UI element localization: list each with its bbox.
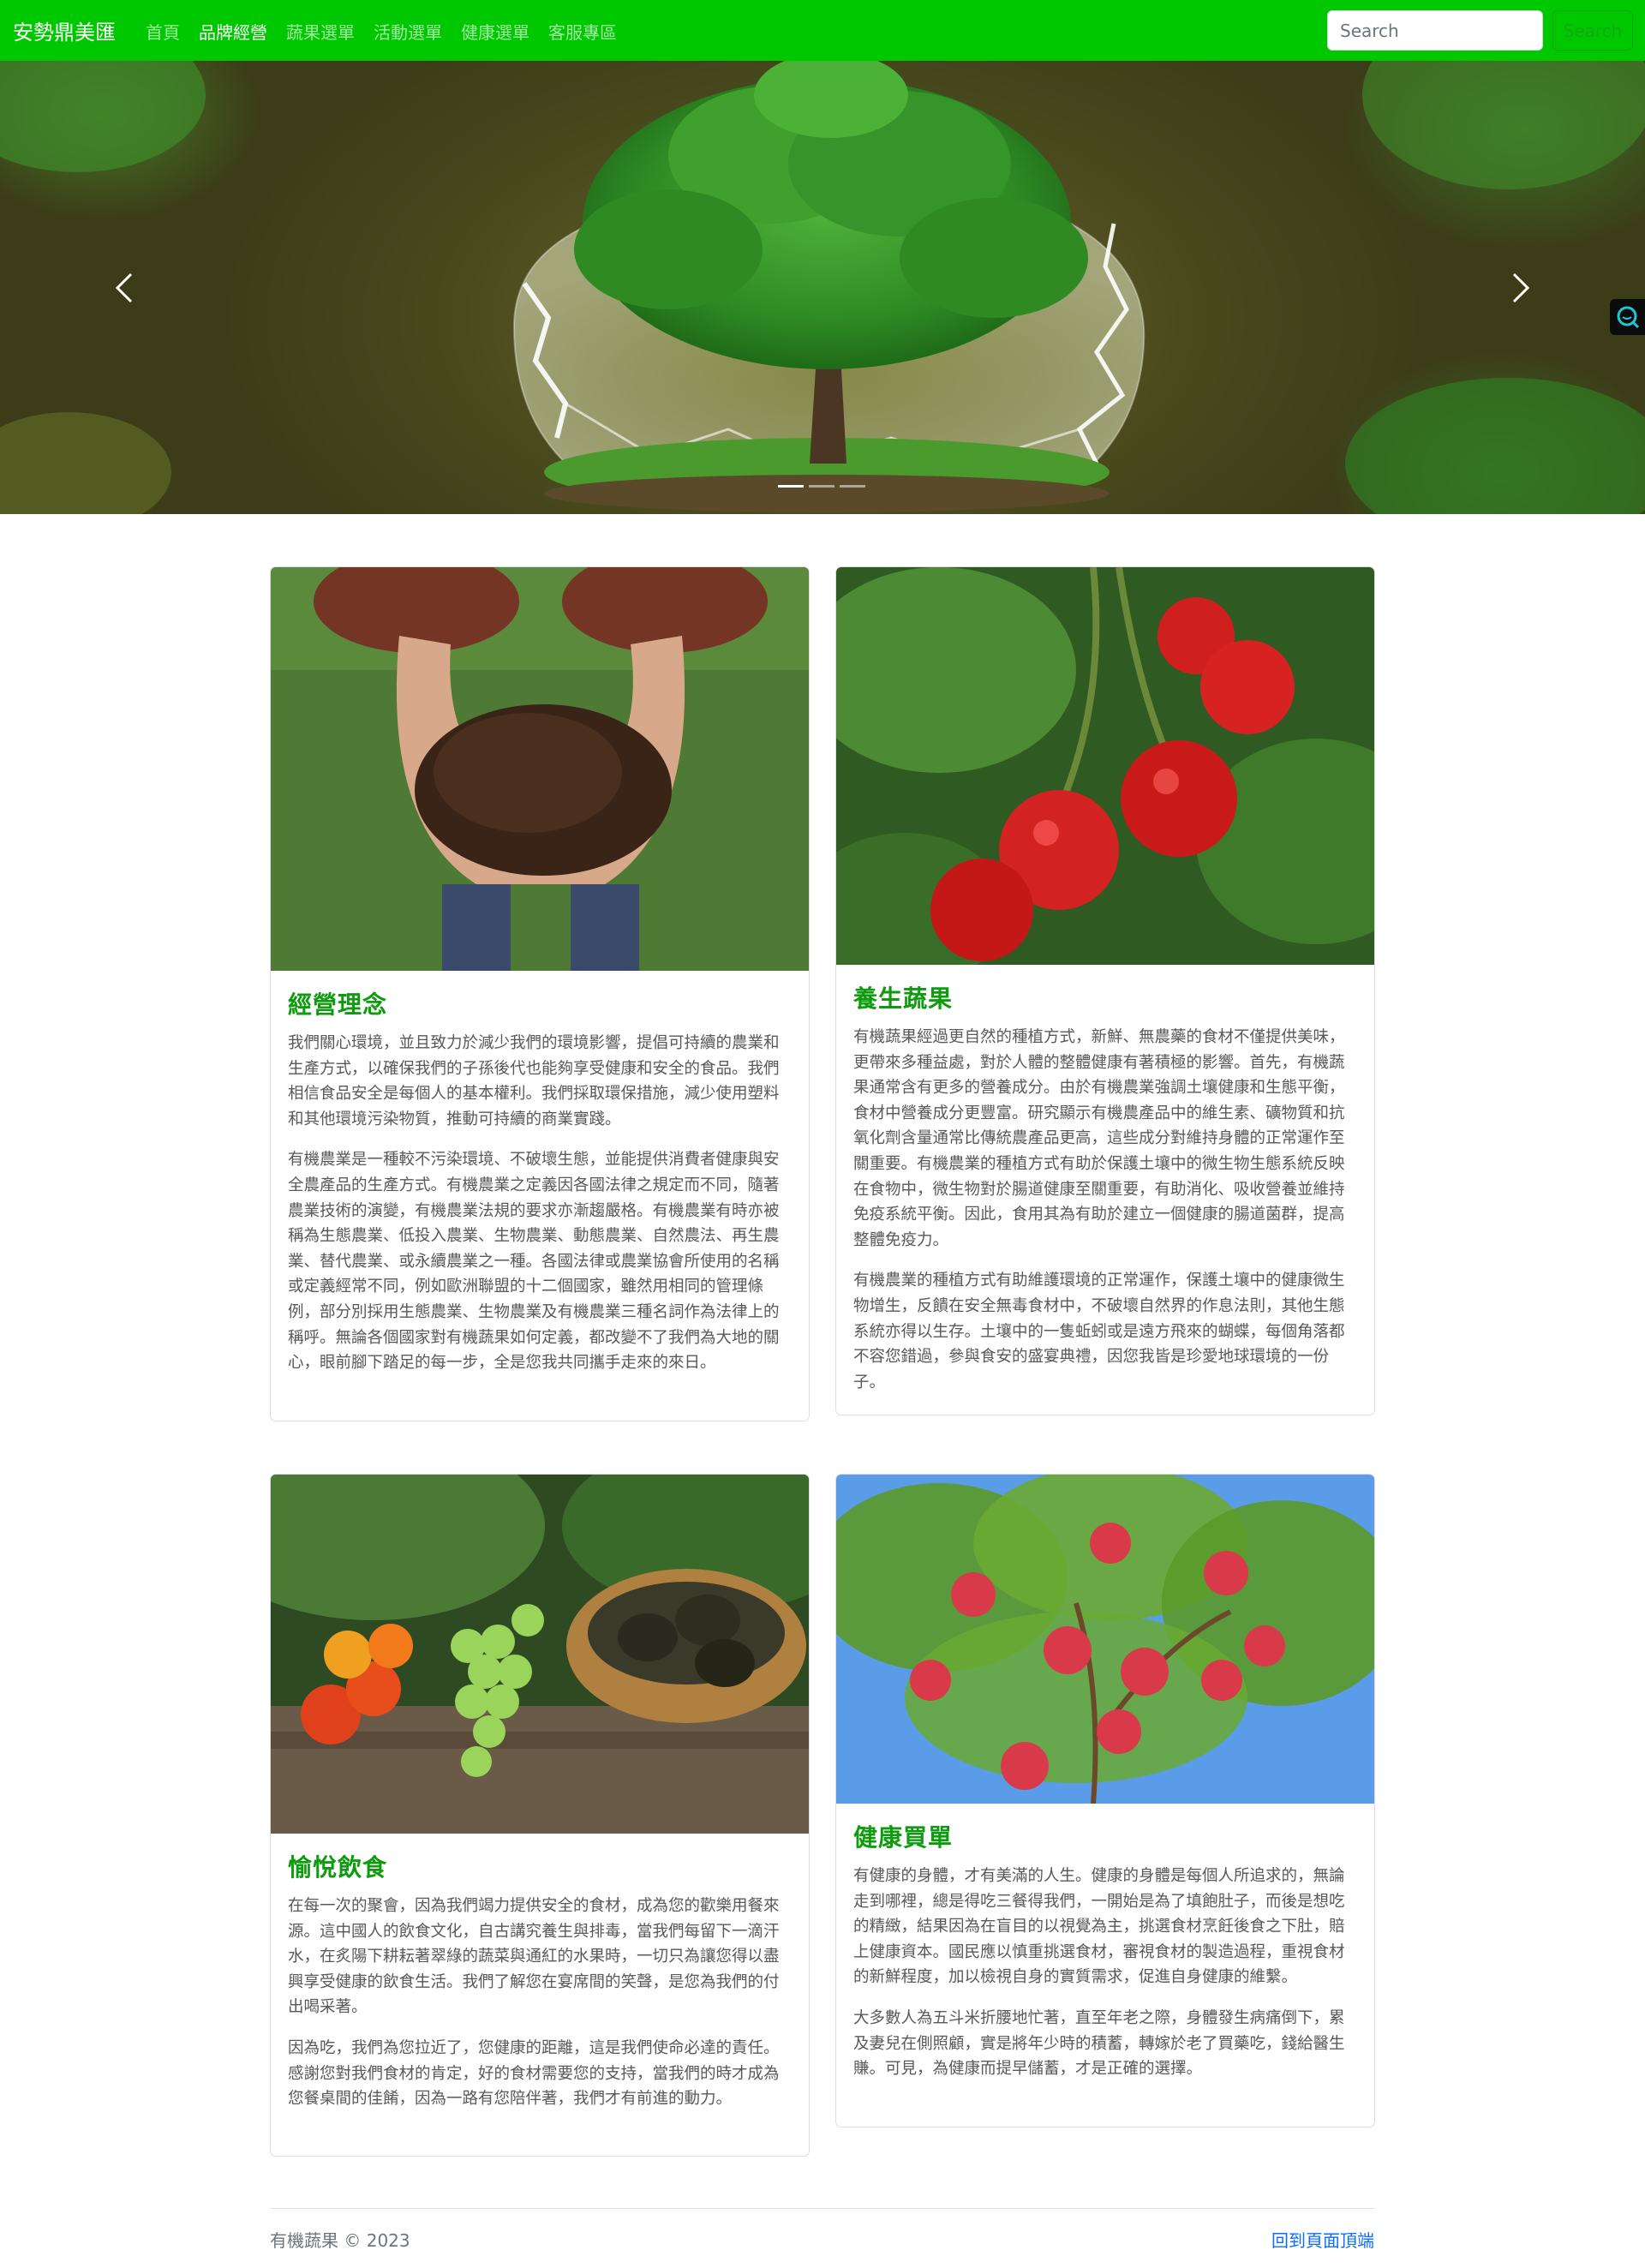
card-paragraph: 有機農業的種植方式有助維護環境的正常運作，保護土壤中的健康微生物增生，反饋在安全…: [853, 1272, 1345, 1391]
card-body: 養生蔬果 有機蔬果經過更自然的種植方式，新鮮、無農藥的食材不僅提供美味，更帶來多…: [836, 980, 1374, 1415]
card-paragraph: 我們關心環境，並且致力於減少我們的環境影響，提倡可持續的農業和生產方式，以確保我…: [288, 1034, 780, 1128]
copyright-text: 有機蔬果 © 2023: [270, 2230, 410, 2251]
nav-link-produce[interactable]: 蔬果選單: [286, 19, 355, 44]
card-title: 經營理念: [288, 990, 388, 1019]
carousel-prev-button[interactable]: [0, 61, 248, 514]
card-joyful-dining: 愉悅飲食 在每一次的聚會，因為我們竭力提供安全的食材，成為您的歡樂用餐來源。這中…: [270, 1474, 810, 2157]
card-paragraph: 在每一次的聚會，因為我們竭力提供安全的食材，成為您的歡樂用餐來源。這中國人的飲食…: [288, 1897, 780, 2017]
brand-logo[interactable]: 安勢鼎美匯: [13, 15, 116, 45]
card-image-fruit-basket: [271, 1475, 809, 1834]
chevron-left-icon: [115, 272, 133, 302]
card-title: 愉悅飲食: [288, 1853, 388, 1882]
carousel-indicator-3[interactable]: [840, 485, 865, 488]
card-healthy-produce: 養生蔬果 有機蔬果經過更自然的種植方式，新鮮、無農藥的食材不僅提供美味，更帶來多…: [835, 566, 1375, 1415]
card-body: 健康買單 有健康的身體，才有美滿的人生。健康的身體是每個人所追求的，無論走到哪裡…: [836, 1819, 1374, 2115]
chat-widget-button[interactable]: [1610, 299, 1645, 335]
card-body: 愉悅飲食 在每一次的聚會，因為我們竭力提供安全的食材，成為您的歡樂用餐來源。這中…: [271, 1849, 809, 2145]
card-title: 養生蔬果: [853, 984, 954, 1013]
footer-divider: [270, 2208, 1375, 2209]
card-paragraph: 有機農業是一種較不污染環境、不破壞生態，並能提供消費者健康與安全農產品的生產方式…: [288, 1151, 780, 1373]
search-button[interactable]: Search: [1552, 10, 1633, 51]
nav-link-health[interactable]: 健康選單: [461, 19, 529, 44]
card-image-tomatoes: [836, 567, 1374, 965]
carousel-indicators: [778, 485, 865, 488]
nav-link-home[interactable]: 首頁: [146, 19, 180, 44]
card-body: 經營理念 我們關心環境，並且致力於減少我們的環境影響，提倡可持續的農業和生產方式…: [271, 986, 809, 1409]
back-to-top-link[interactable]: 回到頁面頂端: [1271, 2227, 1374, 2252]
hero-carousel: [0, 61, 1645, 514]
card-paragraph: 有健康的身體，才有美滿的人生。健康的身體是每個人所追求的，無論走到哪裡，總是得吃…: [853, 1867, 1345, 1987]
card-business-philosophy: 經營理念 我們關心環境，並且致力於減少我們的環境影響，提倡可持續的農業和生產方式…: [270, 566, 810, 1421]
carousel-indicator-2[interactable]: [809, 485, 834, 488]
card-image-soil-hands: [271, 567, 809, 971]
carousel-next-button[interactable]: [1397, 61, 1645, 514]
nav-links: 首頁 品牌經營 蔬果選單 活動選單 健康選單 客服專區: [146, 19, 636, 44]
nav-link-service[interactable]: 客服專區: [548, 19, 617, 44]
nav-link-events[interactable]: 活動選單: [374, 19, 442, 44]
chat-search-icon: [1617, 306, 1639, 329]
card-image-apple-tree: [836, 1475, 1374, 1804]
carousel-indicator-1[interactable]: [778, 485, 804, 488]
chevron-right-icon: [1512, 272, 1530, 302]
navbar: 安勢鼎美匯 首頁 品牌經營 蔬果選單 活動選單 健康選單 客服專區 Search: [0, 0, 1645, 61]
card-paragraph: 因為吃，我們為您拉近了，您健康的距離，這是我們使命必達的責任。感謝您對我們食材的…: [288, 2038, 780, 2109]
card-health-investment: 健康買單 有健康的身體，才有美滿的人生。健康的身體是每個人所追求的，無論走到哪裡…: [835, 1474, 1375, 2127]
search-input[interactable]: [1327, 10, 1543, 51]
card-title: 健康買單: [853, 1823, 954, 1852]
nav-link-brand[interactable]: 品牌經營: [199, 19, 267, 44]
card-paragraph: 有機蔬果經過更自然的種植方式，新鮮、無農藥的食材不僅提供美味，更帶來多種益處，對…: [853, 1028, 1345, 1249]
card-paragraph: 大多數人為五斗米折腰地忙著，直至年老之際，身體發生病痛倒下，累及妻兒在側照顧，實…: [853, 2008, 1345, 2079]
